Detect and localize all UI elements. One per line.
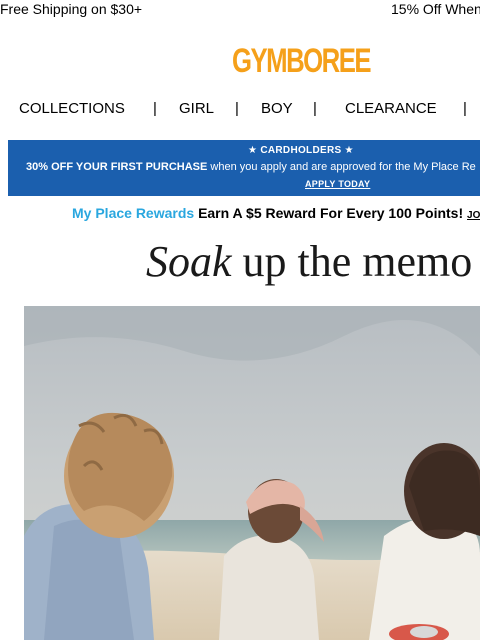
nav-item-collections[interactable]: COLLECTIONS	[19, 100, 125, 117]
main-nav: COLLECTIONS | GIRL | BOY | CLEARANCE |	[0, 98, 480, 120]
offer-headline: 30% OFF YOUR FIRST PURCHASE	[26, 161, 208, 173]
headline-italic-word: Soak	[146, 237, 232, 286]
rewards-program-name: My Place Rewards	[72, 205, 195, 221]
hero-headline: Soak up the memo	[146, 236, 472, 288]
beach-kids-photo-icon	[24, 306, 480, 640]
nav-item-boy[interactable]: BOY	[261, 100, 293, 117]
offer-details: when you apply and are approved for the …	[210, 161, 476, 173]
hero-image[interactable]	[24, 306, 480, 640]
nav-separator: |	[153, 100, 157, 117]
nav-link-boy[interactable]: BOY	[261, 100, 293, 117]
headline-rest: up the memo	[242, 237, 473, 286]
star-icon: ★	[248, 145, 258, 156]
cardholder-banner[interactable]: ★ CARDHOLDERS ★ 30% OFF YOUR FIRST PURCH…	[8, 140, 480, 196]
discount-promo[interactable]: 15% Off When	[391, 1, 480, 17]
join-link[interactable]: JO	[467, 210, 480, 221]
nav-link-girl[interactable]: GIRL	[179, 100, 214, 117]
apply-today-link[interactable]: APPLY TODAY	[305, 179, 370, 189]
gymboree-logo[interactable]: GYMBOREE	[232, 39, 372, 79]
cardholders-label: CARDHOLDERS	[260, 145, 342, 156]
rewards-message: Earn A $5 Reward For Every 100 Points!	[198, 205, 464, 221]
promo-bar: Free Shipping on $30+ 15% Off When	[0, 0, 480, 20]
nav-item-girl[interactable]: GIRL	[179, 100, 214, 117]
nav-item-clearance[interactable]: CLEARANCE	[345, 100, 437, 117]
nav-separator: |	[463, 100, 467, 117]
star-icon: ★	[344, 145, 354, 156]
offer-line: 30% OFF YOUR FIRST PURCHASE when you app…	[26, 161, 476, 173]
nav-separator: |	[235, 100, 239, 117]
nav-link-clearance[interactable]: CLEARANCE	[345, 100, 437, 117]
cardholders-heading: ★ CARDHOLDERS ★	[248, 145, 354, 156]
logo-text: GYMBOREE	[232, 42, 371, 79]
gymboree-logo-icon: GYMBOREE	[232, 42, 372, 79]
nav-link-collections[interactable]: COLLECTIONS	[19, 100, 125, 117]
rewards-bar: My Place Rewards Earn A $5 Reward For Ev…	[72, 205, 480, 223]
nav-separator: |	[313, 100, 317, 117]
free-shipping-promo[interactable]: Free Shipping on $30+	[0, 1, 142, 17]
